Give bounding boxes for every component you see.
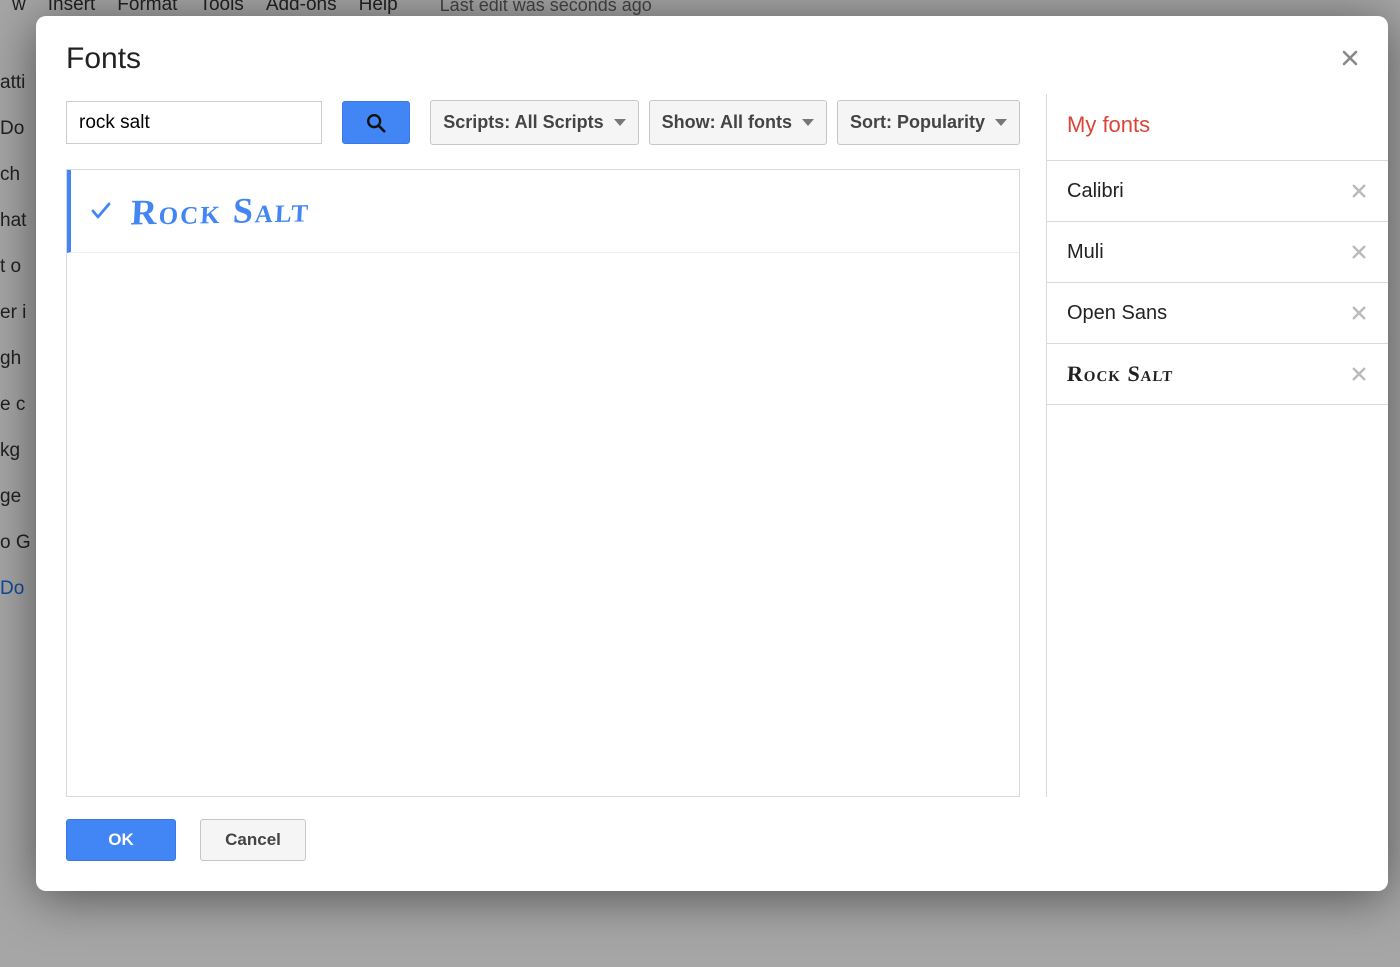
chevron-down-icon [995,119,1007,126]
selected-indicator [71,199,131,223]
sort-filter-label: Sort: Popularity [850,112,985,133]
my-fonts-pane: My fonts Calibri Muli Open Sans [1047,94,1388,797]
font-search-input[interactable] [66,101,322,144]
my-font-item[interactable]: Muli [1047,222,1388,283]
show-filter-label: Show: All fonts [662,112,792,133]
ok-button[interactable]: OK [66,819,176,861]
my-font-name: Muli [1067,241,1104,264]
chevron-down-icon [802,119,814,126]
remove-font-button[interactable] [1348,241,1370,263]
scripts-filter-label: Scripts: All Scripts [443,112,603,133]
remove-font-button[interactable] [1348,363,1370,385]
remove-font-button[interactable] [1348,302,1370,324]
close-icon [1352,367,1366,381]
search-button[interactable] [342,101,410,144]
dialog-body: Scripts: All Scripts Show: All fonts Sor… [36,94,1388,797]
my-font-name: Calibri [1067,180,1124,203]
my-font-item[interactable]: Calibri [1047,161,1388,222]
dialog-title: Fonts [66,42,1358,76]
filters-group: Scripts: All Scripts Show: All fonts Sor… [430,100,1020,145]
close-icon [1342,50,1358,66]
sort-filter[interactable]: Sort: Popularity [837,100,1020,145]
font-preview-name: Rock Salt [130,188,311,233]
show-filter[interactable]: Show: All fonts [649,100,827,145]
my-font-name: Open Sans [1067,302,1167,325]
chevron-down-icon [614,119,626,126]
search-icon [365,112,387,134]
my-fonts-title: My fonts [1047,94,1388,161]
remove-font-button[interactable] [1348,180,1370,202]
my-font-item[interactable]: Open Sans [1047,283,1388,344]
search-toolbar: Scripts: All Scripts Show: All fonts Sor… [66,94,1020,169]
cancel-button[interactable]: Cancel [200,819,306,861]
my-font-name: Rock Salt [1066,361,1174,387]
my-font-item[interactable]: Rock Salt [1047,344,1388,405]
close-icon [1352,184,1366,198]
check-icon [89,199,113,223]
close-button[interactable] [1336,44,1364,72]
font-results-list[interactable]: Rock Salt [66,169,1020,797]
scripts-filter[interactable]: Scripts: All Scripts [430,100,638,145]
left-pane: Scripts: All Scripts Show: All fonts Sor… [66,94,1046,797]
font-result-row[interactable]: Rock Salt [67,170,1019,253]
close-icon [1352,306,1366,320]
close-icon [1352,245,1366,259]
fonts-dialog: Fonts Scripts: All Scripts [36,16,1388,891]
dialog-footer: OK Cancel [36,797,1388,891]
dialog-header: Fonts [36,16,1388,94]
